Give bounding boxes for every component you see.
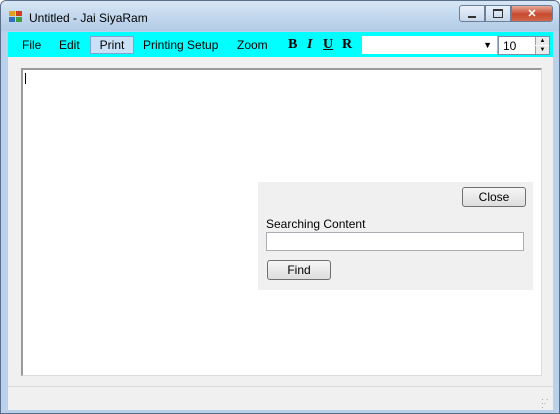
font-size-value: 10 [503,39,517,53]
menu-file[interactable]: File [18,36,45,54]
minimize-button[interactable] [459,5,485,22]
menu-edit[interactable]: Edit [55,36,84,54]
client-area: File Edit Print Printing Setup Zoom B I … [8,32,553,412]
search-label: Searching Content [266,217,366,231]
title-bar[interactable]: Untitled - Jai SiyaRam ✕ [1,1,559,31]
font-size-stepper[interactable]: 10 ▲ ▼ [498,36,550,55]
italic-icon[interactable]: I [307,37,312,53]
app-icon [9,11,23,23]
maximize-icon [493,9,503,18]
menu-printing-setup[interactable]: Printing Setup [139,36,222,54]
regular-icon[interactable]: R [342,37,352,53]
menu-bar: File Edit Print Printing Setup Zoom B I … [8,32,553,57]
menu-print[interactable]: Print [90,36,134,54]
caption-buttons: ✕ [459,5,553,23]
minimize-icon [468,15,476,18]
search-panel: Close Searching Content Find [258,182,533,290]
underline-icon[interactable]: U [323,37,333,53]
search-close-button[interactable]: Close [462,187,526,207]
close-icon: ✕ [527,8,537,20]
resize-grip-icon[interactable]: · · ·· · [541,396,551,412]
spin-up-icon[interactable]: ▲ [535,37,549,45]
menu-zoom[interactable]: Zoom [233,36,272,54]
dropdown-arrow-icon[interactable]: ▼ [483,40,492,50]
spin-down-icon[interactable]: ▼ [535,46,549,54]
text-caret [25,73,26,84]
window-title: Untitled - Jai SiyaRam [29,11,148,25]
search-input[interactable] [266,232,524,251]
find-button[interactable]: Find [267,260,331,280]
main-window: Untitled - Jai SiyaRam ✕ File Edit Print… [0,0,560,414]
font-family-select[interactable]: ▼ [362,36,497,54]
maximize-button[interactable] [485,5,511,22]
close-window-button[interactable]: ✕ [511,5,553,22]
bold-icon[interactable]: B [288,37,297,53]
status-bar: · · ·· · [8,386,553,412]
